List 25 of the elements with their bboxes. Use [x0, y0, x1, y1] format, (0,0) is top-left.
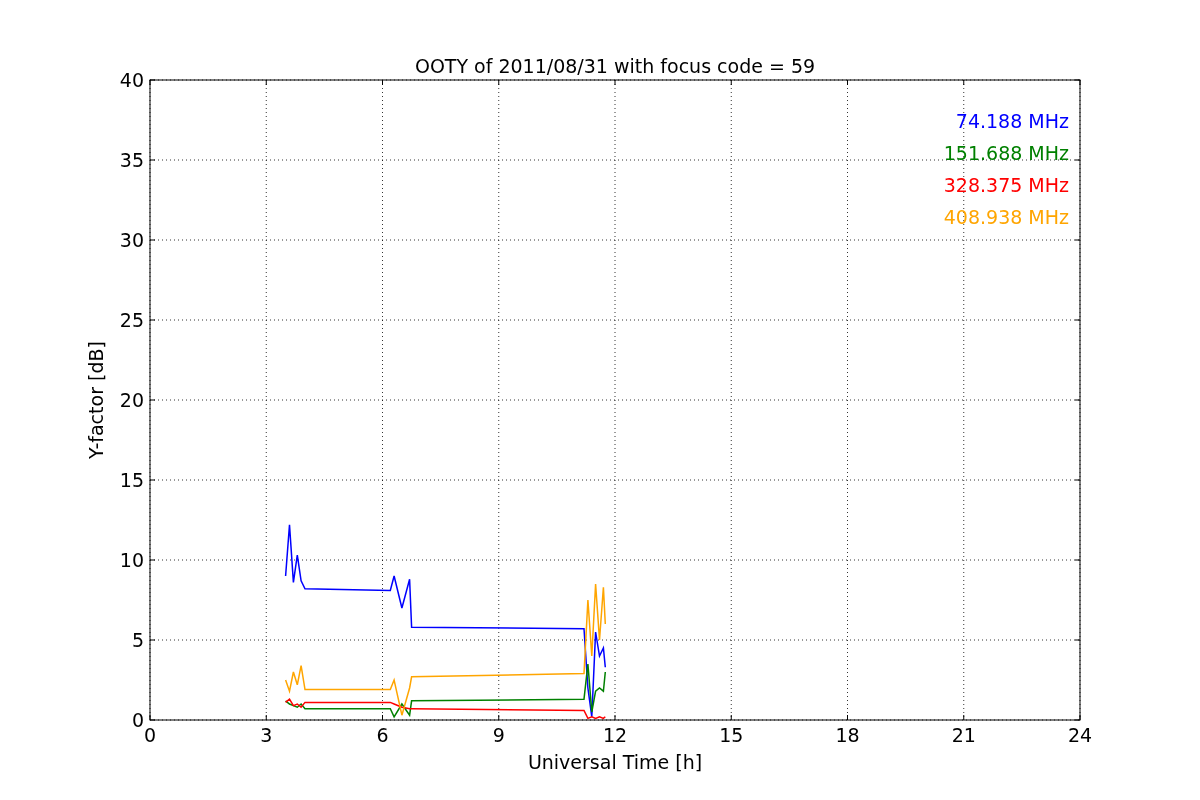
y-tick-label: 5	[131, 629, 144, 651]
x-axis-label: Universal Time [h]	[527, 751, 703, 773]
y-axis-label: Y-factor [dB]	[85, 341, 107, 459]
y-tick-label: 20	[119, 389, 144, 411]
y-tick-label: 10	[119, 549, 144, 571]
x-tick-label: 24	[1067, 724, 1093, 746]
y-tick-label: 25	[119, 309, 144, 331]
chart-title: OOTY of 2011/08/31 with focus code = 59	[414, 55, 816, 77]
x-tick-label: 18	[835, 724, 860, 746]
y-tick-label: 0	[131, 709, 144, 731]
y-tick-label: 30	[119, 229, 144, 251]
x-tick-label: 6	[376, 724, 389, 746]
legend-label: 328.375 MHz	[943, 174, 1069, 196]
legend-label: 74.188 MHz	[955, 110, 1069, 132]
x-tick-label: 0	[143, 724, 157, 746]
y-tick-label: 15	[119, 469, 144, 491]
legend-label: 408.938 MHz	[943, 206, 1069, 228]
y-tick-label: 40	[119, 69, 144, 91]
x-tick-label: 15	[719, 724, 744, 746]
x-tick-label: 21	[951, 724, 976, 746]
x-tick-label: 9	[492, 724, 505, 746]
legend-label: 151.688 MHz	[943, 142, 1069, 164]
y-tick-label: 35	[119, 149, 144, 171]
x-tick-label: 3	[260, 724, 273, 746]
x-tick-label: 12	[602, 724, 628, 746]
